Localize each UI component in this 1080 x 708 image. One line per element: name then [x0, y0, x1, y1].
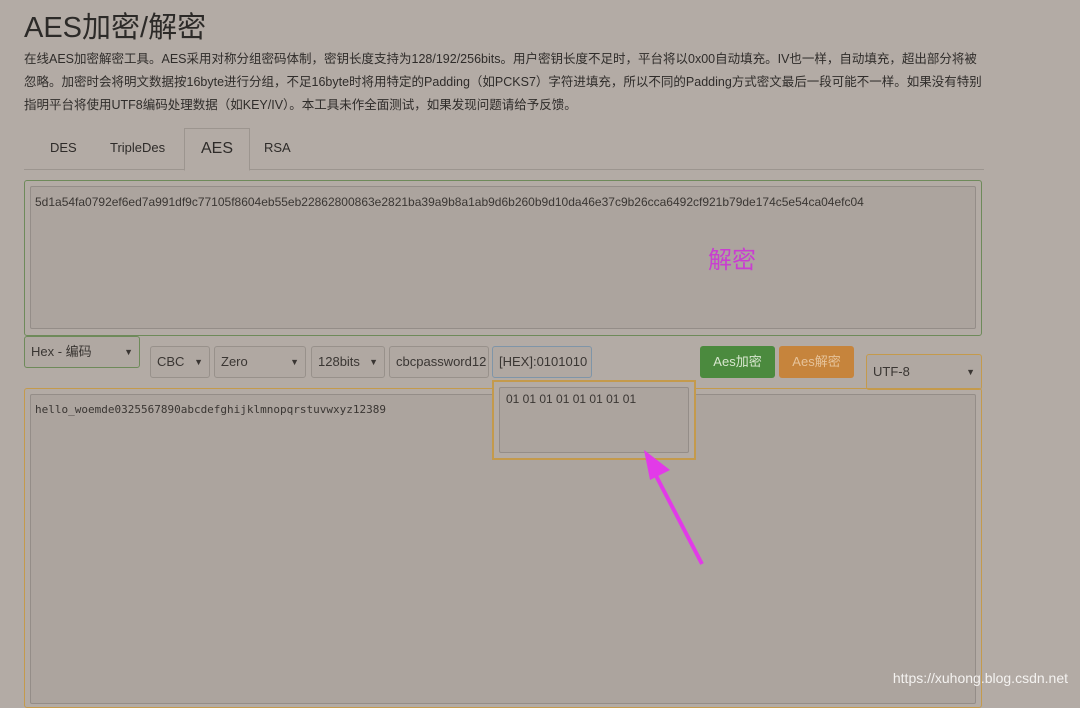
key-input[interactable]: cbcpassword12 — [389, 346, 489, 378]
padding-select[interactable]: Zero ▼ — [214, 346, 306, 378]
charset-select[interactable]: UTF-8 ▼ — [866, 354, 982, 390]
encrypt-button[interactable]: Aes加密 — [700, 346, 775, 378]
padding-value: Zero — [221, 354, 248, 369]
page-title: AES加密/解密 — [24, 12, 207, 44]
chevron-down-icon: ▼ — [369, 357, 378, 367]
decrypt-annotation: 解密 — [708, 247, 756, 274]
iv-input[interactable]: [HEX]:0101010 — [492, 346, 592, 378]
charset-value: UTF-8 — [873, 364, 910, 379]
output-format-select[interactable]: Hex - 编码 ▼ — [24, 336, 140, 368]
tab-rsa[interactable]: RSA — [248, 128, 307, 170]
ciphertext-textarea[interactable]: 5d1a54fa0792ef6ed7a991df9c77105f8604eb55… — [30, 186, 976, 329]
chevron-down-icon: ▼ — [966, 367, 975, 377]
chevron-down-icon: ▼ — [290, 357, 299, 367]
chevron-down-icon: ▼ — [124, 347, 133, 357]
tab-des[interactable]: DES — [34, 128, 93, 170]
mode-value: CBC — [157, 354, 185, 369]
tab-bar: DES TripleDes AES RSA — [24, 128, 984, 171]
decrypt-button[interactable]: Aes解密 — [779, 346, 854, 378]
arrow-annotation — [644, 450, 704, 565]
output-format-value: Hex - 编码 — [31, 344, 92, 359]
arrow-shaft — [650, 467, 704, 565]
tab-aes[interactable]: AES — [184, 128, 251, 171]
key-size-select[interactable]: 128bits ▼ — [311, 346, 385, 378]
arrow-head-icon — [644, 450, 670, 480]
description: 在线AES加密解密工具。AES采用对称分组密码体制，密钥长度支持为128/192… — [24, 52, 982, 112]
tab-tripledes[interactable]: TripleDes — [94, 128, 181, 170]
key-size-value: 128bits — [318, 354, 360, 369]
mode-select[interactable]: CBC ▼ — [150, 346, 210, 378]
watermark: https://xuhong.blog.csdn.net — [892, 670, 1068, 686]
chevron-down-icon: ▼ — [194, 357, 203, 367]
